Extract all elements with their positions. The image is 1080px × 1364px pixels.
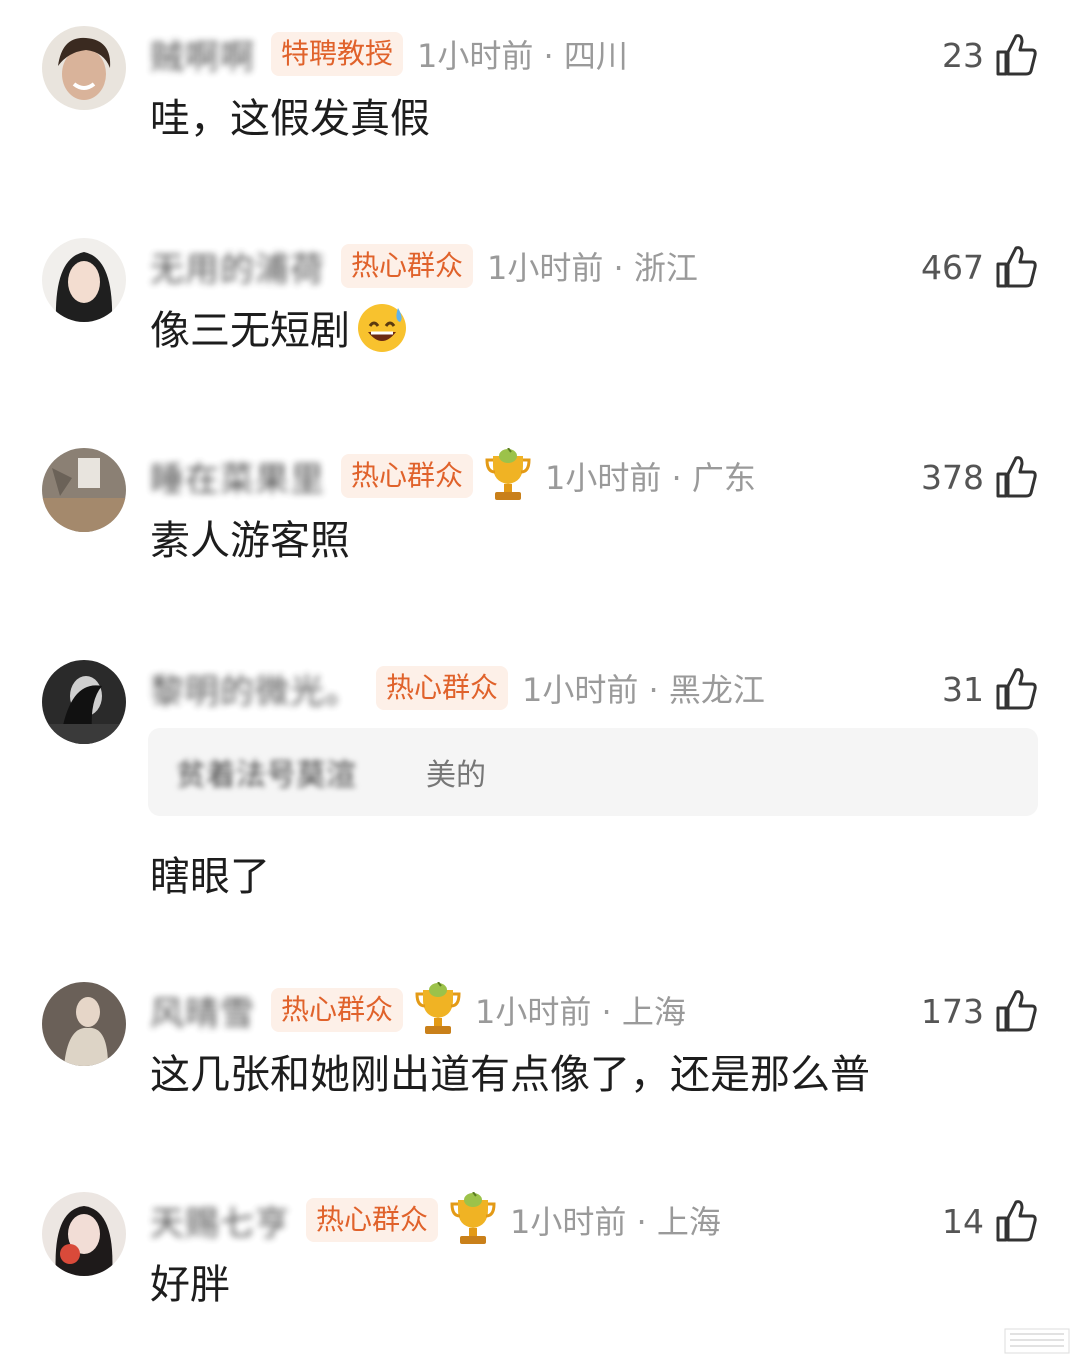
quote-author[interactable]: 贫着法号莫渲 xyxy=(176,750,356,794)
avatar[interactable] xyxy=(42,26,126,110)
username[interactable]: 睡在菜果里 xyxy=(150,452,325,501)
like-button[interactable]: 31 xyxy=(942,666,1038,712)
comment-text: 像三无短剧 xyxy=(150,298,408,356)
comment-meta: 1小时前 · 广东 xyxy=(545,459,756,497)
like-button[interactable]: 23 xyxy=(942,32,1038,78)
like-count: 467 xyxy=(921,247,984,287)
thumbs-up-icon xyxy=(996,456,1037,498)
comment-text: 哇，这假发真假 xyxy=(150,96,430,142)
avatar[interactable] xyxy=(42,1192,126,1276)
like-count: 23 xyxy=(942,35,984,75)
comment-feed: { "comments": [ {"username":"贼啊啊","badge… xyxy=(0,0,1080,1364)
comment-meta: 1小时前 · 上海 xyxy=(475,993,686,1031)
comment-text: 素人游客照 xyxy=(150,518,350,564)
comment-meta: 1小时前 · 四川 xyxy=(417,37,628,75)
like-button[interactable]: 14 xyxy=(942,1198,1038,1244)
like-count: 31 xyxy=(942,669,984,709)
user-badge: 特聘教授 xyxy=(271,32,404,76)
username[interactable]: 黎明的微光。 xyxy=(150,664,360,713)
thumbs-up-icon xyxy=(996,990,1037,1032)
comment-meta: 1小时前 · 浙江 xyxy=(487,249,698,287)
thumbs-up-icon xyxy=(996,668,1037,710)
trophy-icon xyxy=(485,448,531,500)
username[interactable]: 无用的浦荷 xyxy=(150,242,325,291)
like-button[interactable]: 467 xyxy=(921,244,1038,290)
username[interactable]: 风晴雪 xyxy=(150,986,255,1035)
trophy-icon xyxy=(450,1192,496,1244)
user-badge: 热心群众 xyxy=(306,1198,439,1242)
avatar[interactable] xyxy=(42,660,126,744)
username[interactable]: 天赐七亨 xyxy=(150,1196,290,1245)
comment-text: 这几张和她刚出道有点像了，还是那么普 xyxy=(150,1052,870,1098)
watermark-icon xyxy=(1004,1328,1070,1354)
thumbs-up-icon xyxy=(996,34,1037,76)
like-button[interactable]: 378 xyxy=(921,454,1038,500)
thumbs-up-icon xyxy=(996,1200,1037,1242)
comment-meta: 1小时前 · 黑龙江 xyxy=(522,671,765,709)
user-badge: 热心群众 xyxy=(341,454,474,498)
trophy-icon xyxy=(415,982,461,1034)
like-count: 14 xyxy=(942,1201,984,1241)
like-count: 173 xyxy=(921,991,984,1031)
user-badge: 热心群众 xyxy=(271,988,404,1032)
user-badge: 热心群众 xyxy=(376,666,509,710)
username[interactable]: 贼啊啊 xyxy=(150,30,255,79)
user-badge: 热心群众 xyxy=(341,244,474,288)
like-button[interactable]: 173 xyxy=(921,988,1038,1034)
quote-text: 美的 xyxy=(426,758,486,793)
like-count: 378 xyxy=(921,457,984,497)
avatar[interactable] xyxy=(42,982,126,1066)
thumbs-up-icon xyxy=(996,246,1037,288)
quoted-reply[interactable]: 贫着法号莫渲 美的 xyxy=(148,728,1038,816)
avatar[interactable] xyxy=(42,448,126,532)
comment-meta: 1小时前 · 上海 xyxy=(510,1203,721,1241)
comment-text: 好胖 xyxy=(150,1262,230,1308)
avatar[interactable] xyxy=(42,238,126,322)
sweat-smile-emoji-icon xyxy=(358,304,406,352)
comment-text: 瞎眼了 xyxy=(150,854,270,900)
comment-text-content: 像三无短剧 xyxy=(150,308,350,354)
